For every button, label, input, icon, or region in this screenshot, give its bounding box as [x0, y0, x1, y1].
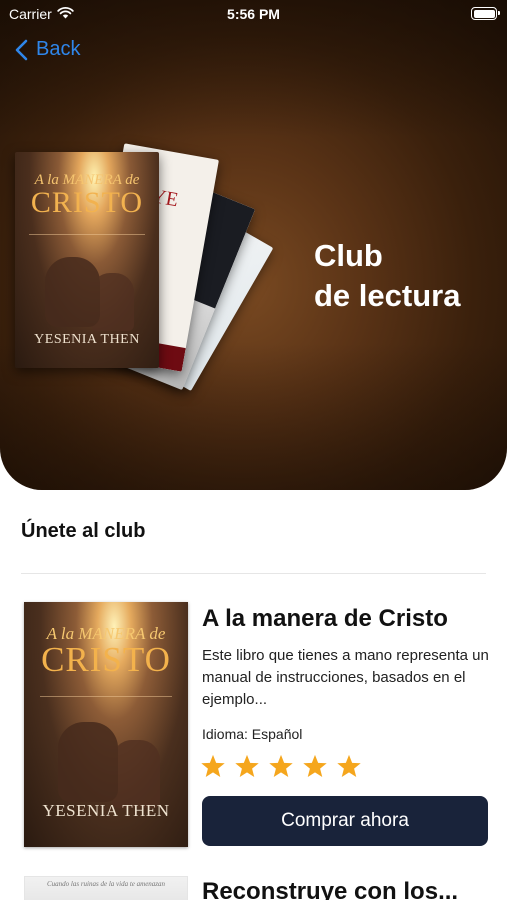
book-title: A la manera de Cristo — [202, 605, 448, 632]
status-bar: Carrier 5:56 PM — [0, 0, 507, 28]
star-icon — [268, 754, 294, 779]
book-cover[interactable]: Cuando las ruinas de la vida te amenazan — [24, 876, 188, 900]
back-label: Back — [36, 38, 81, 60]
battery-icon — [471, 7, 500, 20]
clock: 5:56 PM — [227, 6, 280, 22]
cover-title-big: CRISTO — [30, 186, 144, 219]
star-icon — [336, 754, 362, 779]
star-icon — [200, 754, 226, 779]
book-list-item[interactable]: A la MANERA de CRISTO YESENIA THEN A la … — [24, 602, 490, 852]
buy-now-button[interactable]: Comprar ahora — [202, 796, 488, 846]
section-title: Únete al club — [21, 520, 146, 542]
hero-title-line2: de lectura — [314, 278, 461, 313]
hero-banner: S YE S A la MANERA de CRISTO YESENIA THE… — [0, 0, 507, 490]
star-icon — [302, 754, 328, 779]
star-rating — [200, 754, 362, 779]
star-icon — [234, 754, 260, 779]
book-description: Este libro que tienes a mano representa … — [202, 647, 489, 708]
cover-author: YESENIA THEN — [34, 332, 140, 347]
book-list-item[interactable]: Cuando las ruinas de la vida te amenazan… — [24, 876, 490, 900]
book-title: Reconstruye con los... — [202, 878, 459, 900]
book-language: Idioma: Español — [202, 726, 303, 742]
cover-caption: Cuando las ruinas de la vida te amenazan — [47, 880, 166, 888]
cover-title-big: CRISTO — [41, 640, 171, 679]
book-stack: S YE S A la MANERA de CRISTO YESENIA THE… — [0, 130, 300, 430]
hero-title: Club de lectura — [314, 236, 460, 316]
book-cover[interactable]: A la MANERA de CRISTO YESENIA THEN — [24, 602, 188, 847]
back-button[interactable]: Back — [15, 38, 80, 61]
stacked-book-cover-front: A la MANERA de CRISTO YESENIA THEN — [15, 152, 159, 368]
divider — [21, 573, 486, 574]
cover-author: YESENIA THEN — [42, 801, 170, 820]
chevron-left-icon — [15, 39, 28, 61]
hero-title-line1: Club — [314, 238, 383, 273]
